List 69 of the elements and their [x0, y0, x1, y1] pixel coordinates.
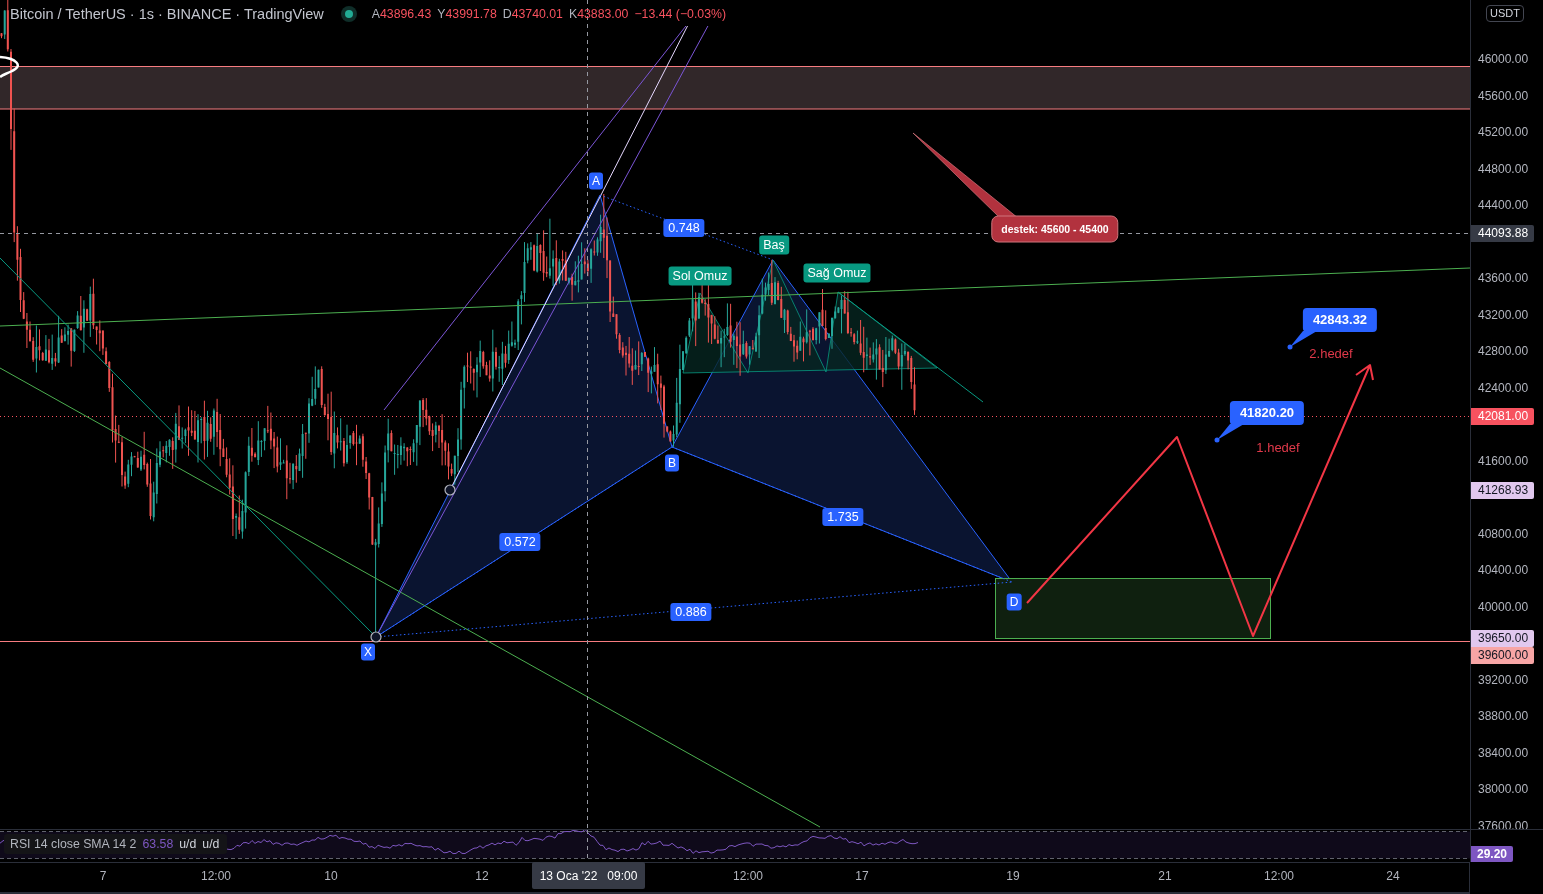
price-tick: 45600.00	[1478, 88, 1529, 103]
ohlc-value: 43883.00	[577, 7, 629, 21]
price-marker: 41268.93	[1471, 481, 1534, 499]
curve-drawing	[0, 55, 19, 79]
point-label: B	[665, 454, 679, 472]
rsi-axis-label: 29.20	[1471, 846, 1514, 862]
ohlc-label: A	[371, 7, 380, 21]
price-change: −13.44 (−0.03%)	[634, 7, 727, 21]
price-tick: 45200.00	[1478, 125, 1529, 139]
crosshair-date: 13 Oca '22	[539, 868, 598, 883]
time-tick: 7	[99, 869, 107, 883]
indicator-value: u/d	[179, 836, 197, 852]
pattern-label: Baş	[759, 235, 789, 255]
ratio-label: 0.572	[499, 533, 541, 551]
ratio-label: 0.748	[663, 219, 705, 237]
price-tick: 43600.00	[1478, 271, 1529, 285]
symbol-title: Bitcoin / TetherUS · 1s · BINANCE · TradingView	[10, 6, 324, 22]
time-tick: 12:00	[733, 869, 763, 883]
ohlc-value: 43896.43	[379, 7, 432, 21]
price-tick: 40800.00	[1478, 526, 1529, 541]
time-tick: 19	[1006, 869, 1020, 883]
price-tick: 46000.00	[1478, 52, 1529, 66]
price-marker: 44093.88	[1471, 224, 1534, 242]
time-tick: 10	[324, 869, 338, 883]
price-tick: 41600.00	[1478, 453, 1529, 468]
callout-pointer	[1214, 424, 1244, 443]
indicator-value: u/d	[202, 836, 220, 852]
target-text: 2.hedef	[1309, 345, 1353, 361]
ohlc-label: Y	[437, 7, 446, 21]
indicator-title: RSI 14 close SMA 14 2	[10, 836, 137, 852]
anchor-point-icon	[370, 631, 382, 643]
time-tick: 17	[855, 869, 869, 883]
note-callout: destek: 45600 - 45400	[991, 215, 1119, 243]
pattern-label: Sol Omuz	[668, 266, 732, 286]
point-label: D	[1006, 593, 1022, 611]
ratio-label: 1.735	[822, 508, 864, 526]
point-label: A	[589, 172, 603, 190]
price-tick: 43200.00	[1478, 307, 1529, 322]
target-text: 1.hedef	[1256, 439, 1300, 455]
price-tick: 42800.00	[1478, 344, 1529, 358]
anchor-point-icon	[444, 484, 456, 496]
time-tick: 12	[475, 869, 489, 883]
time-tick: 24	[1386, 869, 1400, 883]
currency-button[interactable]: USDT	[1486, 5, 1524, 22]
indicator-value: 63.58	[142, 836, 174, 852]
time-tick: 21	[1158, 869, 1172, 883]
price-tick: 38000.00	[1478, 782, 1529, 796]
price-tick: 37600.00	[1478, 818, 1529, 829]
price-tick: 40400.00	[1478, 563, 1529, 577]
ohlc-label: K	[568, 7, 578, 21]
price-marker: 39650.00	[1471, 629, 1534, 647]
price-tick: 39200.00	[1478, 672, 1529, 687]
ratio-label: 0.886	[670, 603, 712, 621]
crosshair-time: 09:00	[607, 868, 638, 883]
ohlc-value: 43740.01	[511, 7, 563, 21]
time-tick: 12:00	[201, 869, 231, 883]
price-tick: 38800.00	[1478, 709, 1529, 723]
price-tick: 38400.00	[1478, 745, 1529, 760]
time-tick: 12:00	[1264, 869, 1294, 883]
ohlc-value: 43991.78	[445, 7, 497, 21]
price-tick: 44400.00	[1478, 198, 1529, 212]
price-tick: 42400.00	[1478, 380, 1529, 395]
price-tick: 44800.00	[1478, 161, 1529, 176]
ohlc-label: D	[502, 7, 512, 21]
point-label: X	[361, 643, 375, 661]
callout-pointer	[1287, 331, 1317, 350]
pattern-label: Sağ Omuz	[803, 263, 871, 283]
price-tick: 40000.00	[1478, 599, 1529, 614]
price-marker: 42081.00	[1471, 407, 1534, 425]
